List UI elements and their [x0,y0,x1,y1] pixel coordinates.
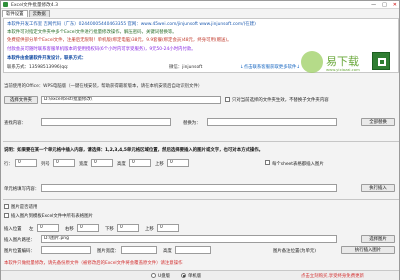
app-icon [3,2,8,7]
image-note-label: 图片备注位置(为单元) [273,249,316,254]
banner-line-service: 付款会员可随时联系客服单机版本的使用授权码(6个小时内可享受服务)，9元50-2… [7,47,196,52]
select-folder-button[interactable]: 选择文件夹 [4,96,38,104]
banner-line-description: 本软件可对指定文件夹中多个Excel文件进行批量修改操作，解压密码，关键词替换等… [7,30,177,35]
qr-code-icon[interactable] [372,52,390,70]
right-shift-input[interactable]: 0 [77,224,99,232]
banner-line-company: 本软件开发工作室 吉网代码（广东）02440005440463355 官网：ww… [7,22,256,27]
banner-wechat: 微信：jinjunsoft [169,65,203,70]
tab-settings[interactable]: 软件设置 [2,10,28,17]
down-shift-input[interactable]: 0 [117,224,139,232]
image-enable-checkbox[interactable] [4,204,9,209]
every-sheet-label: 每个sheet表格都插入图片 [272,162,324,167]
tab-cloud-data[interactable]: 云数据 [28,10,50,17]
replace-label: 替换为： [183,121,201,126]
banner-line-phone: 联系方式：13598513996(qq: [7,65,69,70]
subfolder-checkbox-label: 只对当前选择的文件夹生效，不替换子文件夹内容 [232,98,329,103]
right-shift-label: 右移 [65,227,74,232]
app-window: Excel文件批量修改4.3 — □ ✕ 软件设置 云数据 本软件开发工作室 吉… [0,0,400,280]
up-shift-label: 上移 [145,227,154,232]
minimize-button[interactable]: — [371,2,376,8]
top-offset-input[interactable]: 0 [167,159,189,167]
usb-version-radio[interactable] [151,273,156,278]
insert-image-label: 执行插入图片 [354,248,382,253]
left-label: 左 [29,227,34,232]
banner-line-pricing: 免费提供部分单个Excel文件，注册后无限制！单机版(绑定电脑)38元，9.9套… [7,38,232,43]
col-input[interactable]: 0 [53,159,75,167]
replace-all-button[interactable]: 全部替换 [361,118,395,126]
image-width-label: 图片宽度： [97,249,119,254]
top-offset-label: 上移 [155,162,164,167]
maximize-button[interactable]: □ [382,2,387,8]
title-bar: Excel文件批量修改4.3 — □ ✕ [1,1,399,9]
contact-support-link[interactable]: ↓点击联系客服获取更多软件↓ [240,64,300,70]
height-input[interactable]: 0 [129,159,151,167]
status-bar: U盘版 单机版 点击立刻购买,享受终身免费更新 [1,270,399,280]
cell-content-input[interactable] [41,184,337,192]
window-title: Excel文件批量修改4.3 [11,2,59,8]
watermark-url: www.yixiazai.com [326,67,360,72]
image-height-input[interactable] [175,246,211,254]
insert-image-button[interactable]: 执行插入图片 [341,246,395,254]
image-path-input[interactable]: D:\图片.png [41,235,337,243]
folder-path-input[interactable]: D:\excel\test\批量修改\ [41,96,221,104]
warning-text: 本软件只做批量修改，请先备份原文件（被修改后的Excel文件将会覆盖原文件）请注… [4,261,183,266]
select-image-button[interactable]: 选择图片 [361,235,395,243]
banner-line-author: 本软件由金骏软件开发设计，联系方式： [7,56,87,61]
subfolder-checkbox[interactable] [225,97,230,102]
replace-all-label: 全部替换 [369,120,387,125]
replace-input[interactable] [207,118,337,126]
standalone-version-label: 单机版 [188,274,202,279]
row-label: 行： [4,162,13,167]
buy-now-link[interactable]: 点击立刻购买,享受终身免费更新 [301,273,364,279]
col-label: 列号 [41,162,50,167]
down-shift-label: 下移 [105,227,114,232]
find-input[interactable] [41,118,171,126]
divider [3,141,399,142]
image-path-label: 插入图片路径： [4,238,35,243]
watermark-glyph-icon [301,51,323,73]
up-shift-input[interactable]: 0 [157,224,179,232]
window-controls: — □ ✕ [371,2,397,8]
row-input[interactable]: 0 [15,159,37,167]
cell-content-label: 单元格填写内容： [4,187,40,192]
image-all-tables-checkbox[interactable] [4,213,9,218]
select-folder-label: 选择文件夹 [10,98,32,103]
watermark-logo: 易下载 www.yixiazai.com [301,51,371,77]
find-label: 查找内容： [4,121,26,126]
tab-bar: 软件设置 云数据 [1,10,50,18]
standalone-version-radio[interactable] [181,273,186,278]
height-label: 高度 [117,162,126,167]
width-input[interactable]: 0 [91,159,113,167]
insert-position-label: 插入位置 [4,227,22,232]
image-code-input[interactable] [41,246,91,254]
image-height-label: 高度 [163,249,172,254]
width-label: 宽度 [79,162,88,167]
every-sheet-checkbox[interactable] [265,160,270,165]
insert-instructions: 说明：如果要在某一个单元格中插入内容，请选择：1,2,3,4,5单元格区域位置，… [4,148,264,153]
image-code-label: 图片位置编码： [4,249,35,254]
image-width-input[interactable] [121,246,157,254]
select-image-label: 选择图片 [369,237,387,242]
image-all-tables-label: 插入图片到模板Excel文件中所有表格图片 [11,214,93,219]
execute-insert-label: 执行插入 [369,186,387,191]
execute-insert-button[interactable]: 执行插入 [361,184,395,192]
usb-version-label: U盘版 [158,274,170,279]
divider [3,199,399,200]
left-input[interactable]: 0 [37,224,59,232]
office-info-text: 当前使用的Office：WPS电脑版（一键在线安装，帮助获得最新版本，请在本机安… [4,84,203,89]
close-button[interactable]: ✕ [393,2,397,8]
image-enable-label: 图片是否适用 [11,205,38,210]
